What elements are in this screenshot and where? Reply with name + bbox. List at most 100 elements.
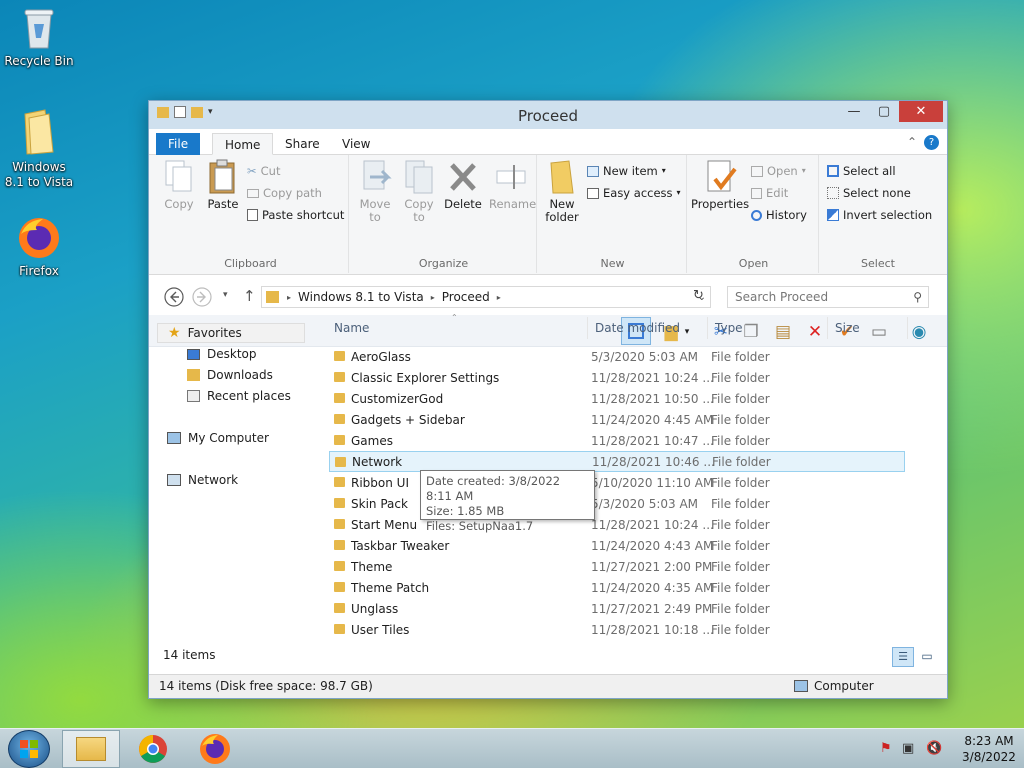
up-arrow-icon[interactable]: ↑ bbox=[243, 287, 256, 305]
minimize-button[interactable]: — bbox=[839, 101, 869, 122]
rename-button[interactable]: Rename bbox=[489, 159, 536, 211]
breadcrumb-item[interactable]: Windows 8.1 to Vista bbox=[298, 290, 424, 304]
breadcrumb-item[interactable]: Proceed bbox=[442, 290, 490, 304]
properties-button[interactable]: Properties bbox=[691, 159, 749, 211]
nav-item-recent-places[interactable]: Recent places bbox=[187, 386, 291, 406]
history-button[interactable]: History bbox=[751, 205, 807, 225]
select-all-button[interactable]: Select all bbox=[827, 161, 896, 181]
network-icon[interactable]: ▣ bbox=[902, 741, 914, 756]
column-divider[interactable] bbox=[827, 317, 828, 339]
move-to-button[interactable]: Move to bbox=[355, 159, 395, 224]
window-controls: — ▢ ✕ bbox=[839, 101, 943, 122]
help-icon[interactable]: ? bbox=[924, 135, 939, 150]
table-row[interactable]: AeroGlass 5/3/2020 5:03 AM File folder bbox=[329, 346, 905, 367]
breadcrumb-separator-icon: ▸ bbox=[287, 292, 292, 302]
easy-access-button[interactable]: Easy access ▾ bbox=[587, 183, 681, 203]
refresh-icon[interactable]: ↻ bbox=[693, 288, 704, 303]
start-button[interactable] bbox=[8, 730, 50, 768]
paste-shortcut-button[interactable]: Paste shortcut bbox=[247, 205, 344, 225]
nav-item-network[interactable]: Network bbox=[167, 470, 238, 490]
open-button[interactable]: Open ▾ bbox=[751, 161, 806, 181]
folder-icon bbox=[335, 457, 346, 467]
table-row[interactable]: Network 11/28/2021 10:46 ... File folder bbox=[329, 451, 905, 472]
nav-item-downloads[interactable]: Downloads bbox=[187, 365, 273, 385]
paste-shortcut-label: Paste shortcut bbox=[262, 208, 345, 222]
column-header-size[interactable]: Size bbox=[835, 321, 860, 335]
easy-access-icon bbox=[587, 187, 599, 199]
column-divider[interactable] bbox=[707, 317, 708, 339]
paste-button[interactable]: Paste bbox=[205, 159, 241, 211]
search-input[interactable]: Search Proceed ⚲ bbox=[727, 286, 929, 308]
nav-item-favorites[interactable]: ★ Favorites bbox=[157, 323, 305, 343]
column-header-name[interactable]: Name bbox=[334, 321, 369, 335]
nav-label: My Computer bbox=[188, 431, 269, 445]
nav-item-desktop[interactable]: Desktop bbox=[187, 344, 257, 364]
tab-home[interactable]: Home bbox=[212, 133, 274, 155]
table-row[interactable]: Taskbar Tweaker 11/24/2020 4:43 AM File fo… bbox=[329, 535, 905, 556]
table-row[interactable]: Classic Explorer Settings 11/28/2021 10:2… bbox=[329, 367, 905, 388]
table-row[interactable]: CustomizerGod 11/28/2021 10:50 ... File fo… bbox=[329, 388, 905, 409]
table-row[interactable]: Games 11/28/2021 10:47 ... File folder bbox=[329, 430, 905, 451]
column-header-date[interactable]: Date modified bbox=[595, 321, 680, 335]
table-row[interactable]: User Tiles 11/28/2021 10:18 ... File folde… bbox=[329, 619, 905, 640]
item-count: 14 items bbox=[163, 648, 216, 662]
clock-date: 3/8/2022 bbox=[962, 750, 1016, 764]
table-row[interactable]: Gadgets + Sidebar 11/24/2020 4:45 AM File … bbox=[329, 409, 905, 430]
copy-path-button[interactable]: Copy path bbox=[247, 183, 322, 203]
details-view-button[interactable]: ☰ bbox=[892, 647, 914, 667]
new-item-button[interactable]: New item ▾ bbox=[587, 161, 666, 181]
taskbar-app-chrome[interactable] bbox=[124, 730, 182, 768]
table-row[interactable]: Theme Patch 11/24/2020 4:35 AM File folder bbox=[329, 577, 905, 598]
group-label: New bbox=[600, 257, 625, 270]
new-folder-button[interactable]: New folder bbox=[543, 159, 581, 224]
forward-button[interactable] bbox=[191, 286, 213, 308]
column-divider[interactable] bbox=[907, 317, 908, 339]
nav-item-my-computer[interactable]: My Computer bbox=[167, 428, 269, 448]
tab-view[interactable]: View bbox=[330, 133, 382, 155]
group-open: Properties Open ▾ Edit History Open bbox=[689, 155, 819, 273]
copy-button[interactable]: Copy bbox=[161, 159, 197, 211]
edit-button[interactable]: Edit bbox=[751, 183, 788, 203]
table-row[interactable]: Theme 11/27/2021 2:00 PM File folder bbox=[329, 556, 905, 577]
address-box[interactable]: ▸ Windows 8.1 to Vista ▸ Proceed ▸ ⌄ bbox=[261, 286, 711, 308]
table-row[interactable]: Unglass 11/27/2021 2:49 PM File folder bbox=[329, 598, 905, 619]
copy-to-button[interactable]: Copy to bbox=[399, 159, 439, 224]
tab-share[interactable]: Share bbox=[273, 133, 332, 155]
column-divider[interactable] bbox=[587, 317, 588, 339]
action-center-flag-icon[interactable]: ⚑ bbox=[880, 741, 892, 756]
taskbar-app-explorer[interactable] bbox=[62, 730, 120, 768]
folder-icon bbox=[334, 393, 345, 403]
title-bar[interactable]: ▾ Proceed — ▢ ✕ bbox=[149, 101, 947, 129]
back-button[interactable] bbox=[163, 286, 185, 308]
volume-muted-icon[interactable]: 🔇 bbox=[926, 741, 942, 756]
chevron-down-icon: ▾ bbox=[801, 166, 806, 175]
properties-label: Properties bbox=[691, 197, 750, 211]
table-row[interactable]: Start Menu 11/28/2021 10:24 ... File folde… bbox=[329, 514, 905, 535]
tab-file[interactable]: File bbox=[156, 133, 201, 155]
cut-button[interactable]: ✂ Cut bbox=[247, 161, 280, 181]
downloads-icon bbox=[187, 369, 200, 381]
invert-selection-button[interactable]: Invert selection bbox=[827, 205, 932, 225]
chevron-up-icon[interactable]: ⌃ bbox=[907, 135, 917, 149]
select-none-button[interactable]: Select none bbox=[827, 183, 911, 203]
taskbar-app-firefox[interactable] bbox=[186, 730, 244, 768]
file-type: File folder bbox=[711, 622, 770, 637]
file-date: 5/10/2020 11:10 AM bbox=[591, 475, 714, 490]
recent-locations-chevron-icon[interactable]: ▾ bbox=[223, 290, 228, 300]
desktop-icon-folder[interactable]: Windows 8.1 to Vista bbox=[1, 108, 77, 190]
maximize-button[interactable]: ▢ bbox=[869, 101, 899, 122]
large-icons-view-button[interactable]: ▭ bbox=[917, 647, 937, 667]
close-button[interactable]: ✕ bbox=[899, 101, 943, 122]
new-item-label: New item bbox=[603, 164, 658, 178]
table-row[interactable]: Ribbon UI 5/10/2020 11:10 AM File folder bbox=[329, 472, 905, 493]
desktop-icon-recycle-bin[interactable]: Recycle Bin bbox=[1, 6, 77, 69]
clock[interactable]: 8:23 AM 3/8/2022 bbox=[958, 733, 1020, 765]
breadcrumb-separator-icon[interactable]: ▸ bbox=[431, 293, 435, 302]
column-header-type[interactable]: Type bbox=[715, 321, 743, 335]
breadcrumb-separator-icon[interactable]: ▸ bbox=[497, 293, 501, 302]
desktop-icon-firefox[interactable]: Firefox bbox=[1, 216, 77, 279]
table-row[interactable]: Skin Pack 5/3/2020 5:03 AM File folder bbox=[329, 493, 905, 514]
delete-button[interactable]: Delete bbox=[443, 159, 483, 211]
file-date: 11/28/2021 10:18 ... bbox=[591, 622, 714, 637]
recycle-bin-icon bbox=[22, 6, 56, 50]
